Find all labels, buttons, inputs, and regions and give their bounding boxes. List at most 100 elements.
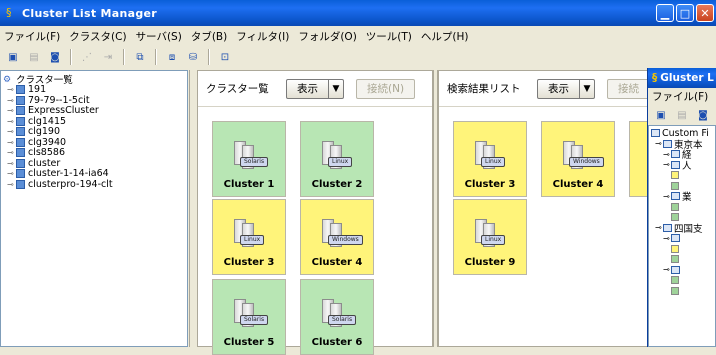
cluster-leaf[interactable] bbox=[651, 275, 713, 286]
menu-server[interactable]: サーバ(S) bbox=[136, 29, 182, 44]
expand-icon[interactable]: ⊸ bbox=[7, 127, 16, 136]
menu-folder[interactable]: フォルダ(O) bbox=[298, 29, 356, 44]
tree-item[interactable]: ⊸ ExpressCluster bbox=[3, 105, 185, 116]
tree-root[interactable]: ⚙ クラスタ一覧 bbox=[3, 74, 185, 87]
cluster-tree[interactable]: ⚙ クラスタ一覧 ⊸ 191 ⊸ 79-79--1-5cit ⊸ ExpressClu… bbox=[0, 70, 188, 347]
second-window-menu-bar: ファイル(F) bbox=[648, 88, 716, 105]
expand-icon[interactable]: ⊸ bbox=[7, 96, 16, 105]
folder-item[interactable]: ⊸ 業 bbox=[651, 191, 713, 204]
remove-cluster-icon[interactable]: ▤ bbox=[673, 106, 691, 124]
expand-icon[interactable]: ⊸ bbox=[663, 265, 671, 274]
menu-tool[interactable]: ツール(T) bbox=[366, 29, 412, 44]
folder-icon bbox=[663, 139, 672, 148]
menu-file[interactable]: ファイル(F) bbox=[652, 89, 708, 104]
show-dropdown-label: 表示 bbox=[538, 79, 580, 98]
tree-item-label: cls8586 bbox=[28, 147, 65, 159]
cluster-card[interactable]: Linux Cluster 9 bbox=[453, 199, 527, 275]
dropdown-arrow-icon[interactable]: ▼ bbox=[329, 84, 343, 94]
cluster-list-header: クラスター覧 表示 ▼ 接続(N) bbox=[198, 71, 432, 107]
cluster-leaf[interactable] bbox=[651, 286, 713, 297]
cluster-icon bbox=[671, 286, 679, 295]
menu-filter[interactable]: フィルタ(I) bbox=[236, 29, 289, 44]
window-controls: ▁ □ ✕ bbox=[656, 4, 714, 22]
menu-cluster[interactable]: クラスタ(C) bbox=[69, 29, 126, 44]
window-icon[interactable]: ⊡ bbox=[216, 48, 234, 66]
cluster-name: Cluster 3 bbox=[223, 257, 275, 268]
disconnect-button[interactable]: 接続 bbox=[607, 78, 650, 99]
tree-item[interactable]: ⊸ cluster-1-14-ia64 bbox=[3, 168, 185, 179]
expand-icon[interactable]: ⊸ bbox=[7, 85, 16, 94]
folder-tree[interactable]: Custom Fi ⊸ 東京本 ⊸ 経 ⊸ 人 ⊸ 業 ⊸ 四国支 ⊸ ⊸ bbox=[648, 125, 716, 347]
folder-icon[interactable]: ⛁ bbox=[184, 48, 202, 66]
add-cluster-icon[interactable]: ▣ bbox=[652, 106, 670, 124]
cluster-name: Cluster 1 bbox=[223, 179, 275, 190]
expand-icon[interactable]: ⊸ bbox=[663, 234, 671, 243]
cluster-card[interactable]: Windows Cluster 4 bbox=[541, 121, 615, 197]
server-icon: Solaris bbox=[228, 141, 270, 175]
collapse-icon[interactable]: ⊸ bbox=[655, 139, 663, 148]
cluster-card[interactable]: Solaris Cluster 6 bbox=[300, 279, 374, 355]
tree-item[interactable]: ⊸ clusterpro-194-clt bbox=[3, 179, 185, 190]
expand-icon[interactable]: ⊸ bbox=[7, 106, 16, 115]
expand-icon[interactable]: ⊸ bbox=[7, 138, 16, 147]
menu-file[interactable]: ファイル(F) bbox=[4, 29, 60, 44]
expand-icon[interactable]: ⊸ bbox=[663, 150, 671, 159]
window-title: Cluster List Manager bbox=[22, 6, 157, 20]
expand-icon[interactable]: ⊸ bbox=[663, 192, 671, 201]
expand-icon[interactable]: ⊸ bbox=[7, 180, 16, 189]
cluster-card[interactable]: Windows Cluster 4 bbox=[300, 199, 374, 275]
cluster-icon bbox=[671, 202, 679, 211]
close-button[interactable]: ✕ bbox=[696, 4, 714, 22]
connect-icon[interactable]: ⋰ bbox=[78, 48, 96, 66]
search-icon[interactable]: ◙ bbox=[46, 48, 64, 66]
cluster-leaf[interactable] bbox=[651, 244, 713, 255]
pane-splitter[interactable] bbox=[189, 70, 197, 347]
folder-item[interactable]: ⊸ bbox=[651, 265, 713, 276]
disconnect-icon[interactable]: ⇥ bbox=[99, 48, 117, 66]
second-window-title-bar[interactable]: § Gluster L bbox=[648, 68, 716, 88]
folder-icon bbox=[671, 234, 680, 243]
add-cluster-icon[interactable]: ▣ bbox=[4, 48, 22, 66]
folder-item[interactable]: ⊸ 人 bbox=[651, 160, 713, 172]
expand-icon[interactable]: ⊸ bbox=[663, 160, 671, 169]
cluster-icon bbox=[16, 169, 25, 179]
expand-icon[interactable]: ⊸ bbox=[7, 169, 16, 178]
tree-item[interactable]: ⊸ 79-79--1-5cit bbox=[3, 95, 185, 106]
tree-item[interactable]: ⊸ clg190 bbox=[3, 126, 185, 137]
collapse-icon[interactable]: ⊸ bbox=[655, 223, 663, 232]
folder-item[interactable]: ⊸ 四国支 bbox=[651, 223, 713, 235]
cluster-card[interactable]: Linux Cluster 3 bbox=[453, 121, 527, 197]
dropdown-arrow-icon[interactable]: ▼ bbox=[580, 84, 594, 94]
show-dropdown[interactable]: 表示 ▼ bbox=[537, 78, 595, 99]
expand-icon[interactable]: ⊸ bbox=[7, 148, 16, 157]
search-result-panel: 検索結果リスト 表示 ▼ 接続 Linux Cluster 3 Windows … bbox=[438, 70, 658, 347]
tree-item[interactable]: ⊸ clg1415 bbox=[3, 116, 185, 127]
expand-icon[interactable]: ⊸ bbox=[7, 117, 16, 126]
tree-item[interactable]: ⊸ cluster bbox=[3, 158, 185, 169]
expand-icon[interactable]: ⊸ bbox=[7, 159, 16, 168]
cluster-icon bbox=[16, 106, 25, 116]
menu-tab[interactable]: タブ(B) bbox=[191, 29, 227, 44]
title-bar[interactable]: § Cluster List Manager ▁ □ ✕ bbox=[0, 0, 716, 26]
tree-item[interactable]: ⊸ clg3940 bbox=[3, 137, 185, 148]
menu-help[interactable]: ヘルプ(H) bbox=[421, 29, 469, 44]
server-icon: Solaris bbox=[316, 299, 358, 333]
cluster-icon bbox=[671, 181, 679, 190]
show-dropdown[interactable]: 表示 ▼ bbox=[286, 78, 344, 99]
export-icon[interactable]: ⧉ bbox=[131, 48, 149, 66]
os-badge: Linux bbox=[481, 235, 506, 245]
cluster-card[interactable]: Linux Cluster 3 bbox=[212, 199, 286, 275]
cluster-card[interactable]: Solaris Cluster 5 bbox=[212, 279, 286, 355]
tree-item[interactable]: ⊸ cls8586 bbox=[3, 147, 185, 159]
tree-item[interactable]: ⊸ 191 bbox=[3, 84, 185, 95]
search-icon[interactable]: ◙ bbox=[694, 106, 712, 124]
cluster-leaf[interactable] bbox=[651, 254, 713, 265]
disconnect-button[interactable]: 接続(N) bbox=[356, 78, 416, 99]
filter-icon[interactable]: ⧈ bbox=[163, 48, 181, 66]
cluster-icon bbox=[16, 127, 25, 137]
minimize-button[interactable]: ▁ bbox=[656, 4, 674, 22]
maximize-button[interactable]: □ bbox=[676, 4, 694, 22]
cluster-card[interactable]: Solaris Cluster 1 bbox=[212, 121, 286, 197]
remove-cluster-icon[interactable]: ▤ bbox=[25, 48, 43, 66]
cluster-card[interactable]: Linux Cluster 2 bbox=[300, 121, 374, 197]
